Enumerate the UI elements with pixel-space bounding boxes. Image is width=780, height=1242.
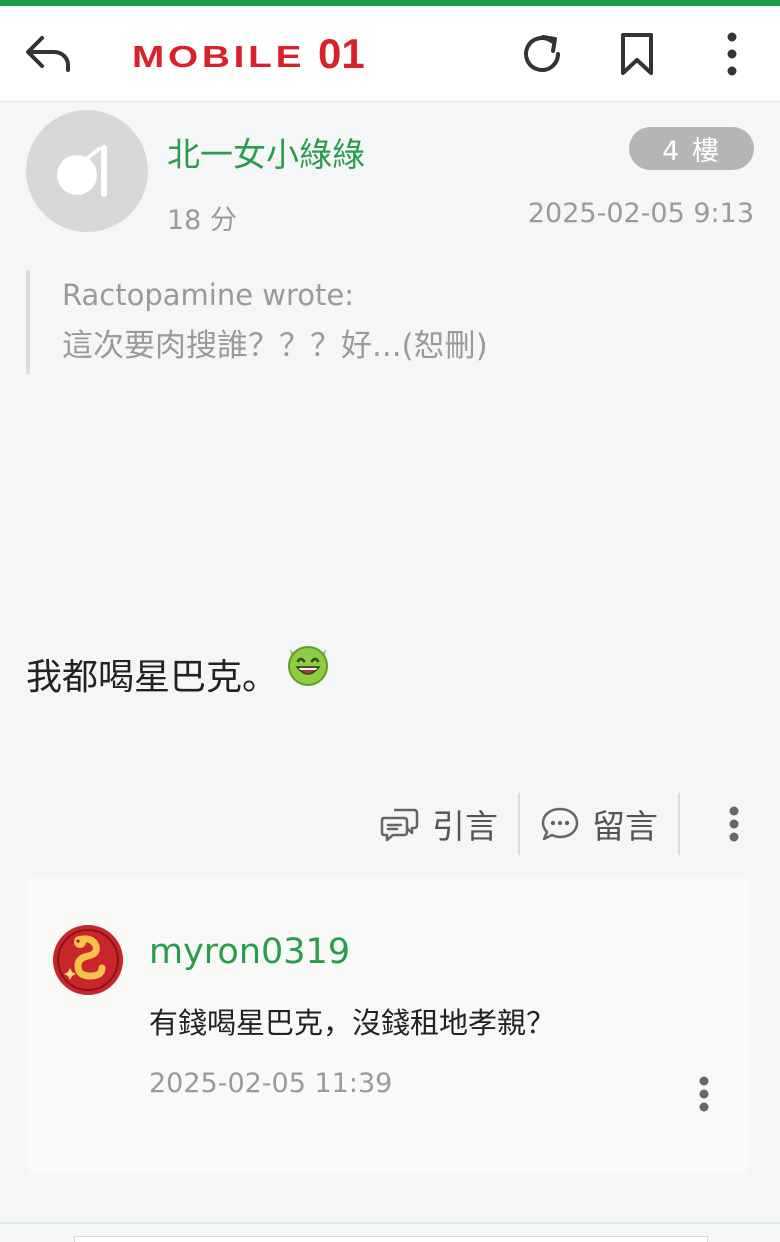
- quote-button-label: 引言: [432, 807, 498, 846]
- user-avatar[interactable]: [26, 110, 148, 232]
- more-vertical-icon: [729, 806, 739, 842]
- default-avatar-icon: [57, 145, 107, 197]
- post-actions: 引言 留言: [360, 793, 740, 855]
- quote-text: 這次要肉搜誰？？？好...(恕刪): [62, 328, 488, 364]
- comment-button[interactable]: 留言: [520, 793, 678, 855]
- quote-author: Ractopamine wrote:: [62, 278, 354, 312]
- quote-chat-icon: [380, 808, 419, 842]
- logo-text: MOBILE: [132, 39, 306, 74]
- mobile01-logo[interactable]: MOBILE 01: [132, 30, 365, 82]
- comment-text: 有錢喝星巴克，沒錢租地孝親？: [149, 1006, 556, 1040]
- floor-badge: 4 樓: [629, 127, 754, 170]
- comment-avatar[interactable]: [52, 924, 124, 996]
- back-button[interactable]: [20, 26, 76, 82]
- refresh-button[interactable]: [514, 26, 570, 82]
- comment-bubble-icon: [541, 807, 579, 841]
- more-options-button[interactable]: [704, 26, 760, 82]
- logo-number: 01: [318, 30, 365, 77]
- bookmark-button[interactable]: [609, 26, 665, 82]
- post-username[interactable]: 北一女小綠綠: [167, 128, 365, 176]
- more-vertical-icon: [699, 1076, 709, 1112]
- comment-button-label: 留言: [592, 807, 658, 846]
- app-header: MOBILE 01: [0, 6, 780, 102]
- post-body-text: 我都喝星巴克。: [26, 657, 279, 698]
- quote-block[interactable]: Ractopamine wrote: 這次要肉搜誰？？？好...(恕刪): [26, 270, 746, 374]
- refresh-icon: [524, 35, 560, 72]
- comment-more-button[interactable]: [698, 1076, 710, 1116]
- post-timestamp: 2025-02-05 9:13: [527, 198, 754, 229]
- comment-card: myron0319 有錢喝星巴克，沒錢租地孝親？ 2025-02-05 11:3…: [26, 878, 750, 1174]
- relative-time: 18 分: [167, 205, 237, 236]
- section-divider: [0, 1222, 780, 1224]
- bottom-input-box[interactable]: [74, 1236, 708, 1242]
- post-more-button[interactable]: [680, 793, 740, 855]
- back-icon: [26, 36, 70, 72]
- comment-timestamp: 2025-02-05 11:39: [149, 1068, 393, 1099]
- grinning-devil-emoji-icon: [288, 646, 329, 686]
- comment-username[interactable]: myron0319: [149, 932, 350, 972]
- bookmark-icon: [621, 33, 653, 75]
- more-vertical-icon: [727, 32, 737, 76]
- quote-button[interactable]: 引言: [360, 793, 518, 855]
- post-body: 我都喝星巴克。: [26, 646, 332, 700]
